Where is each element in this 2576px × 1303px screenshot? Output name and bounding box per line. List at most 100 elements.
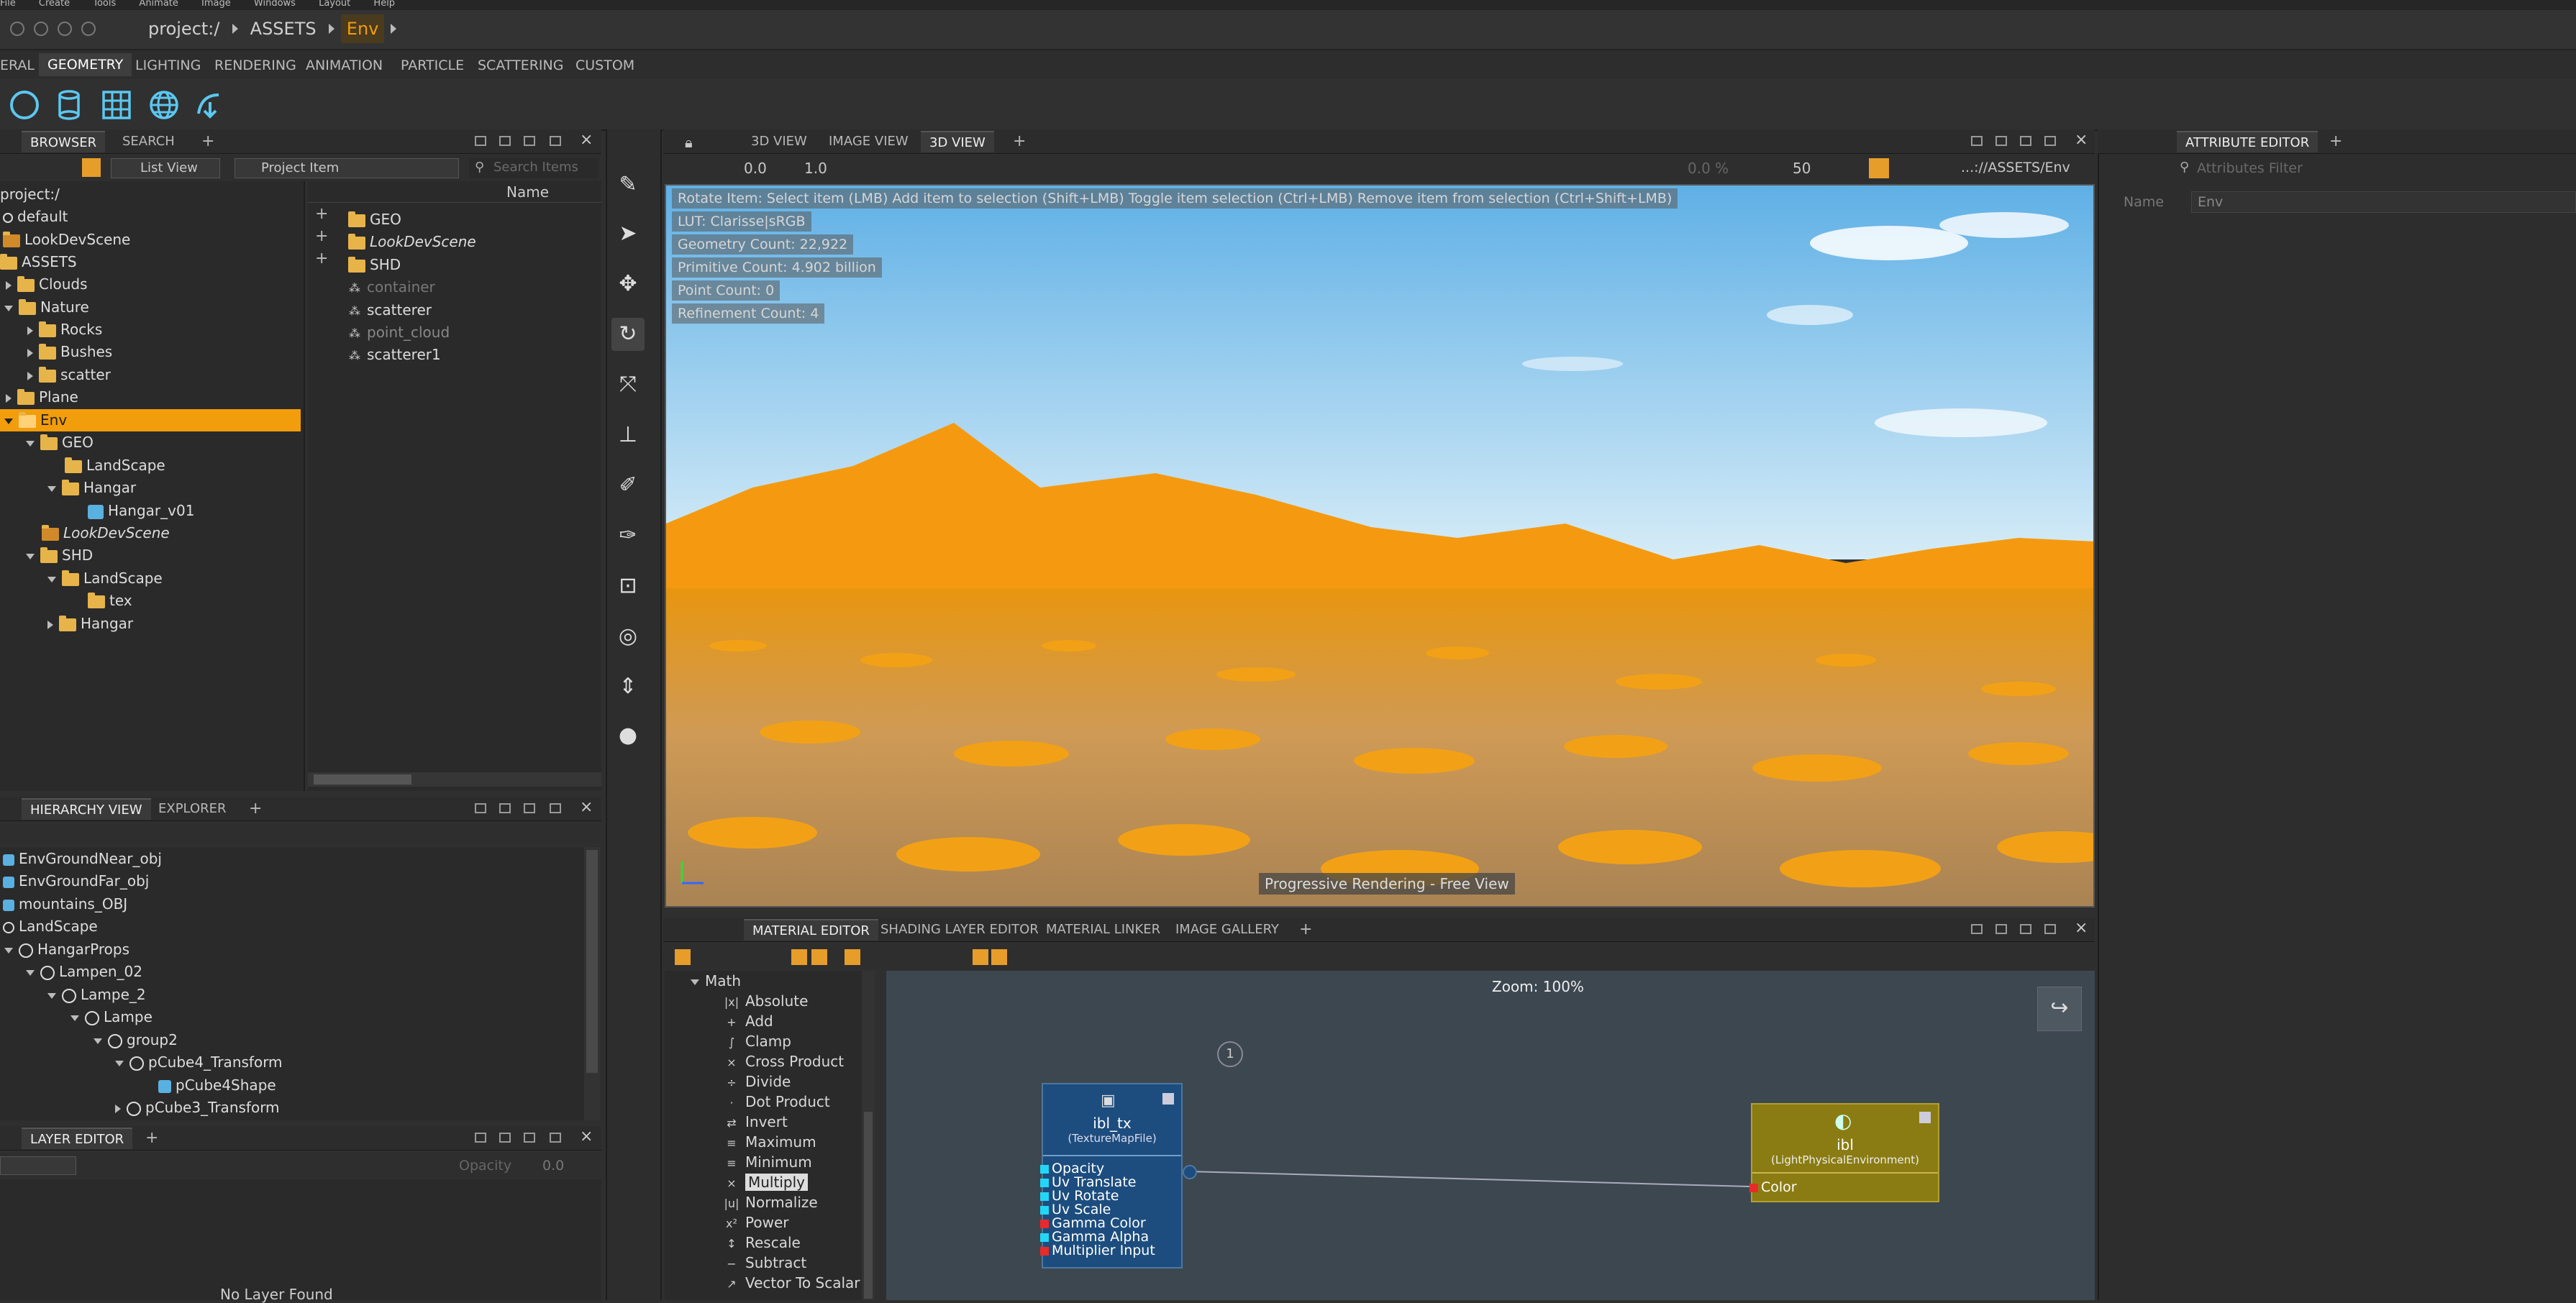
layout-icon[interactable] <box>524 803 535 813</box>
tab-lighting[interactable]: LIGHTING <box>135 58 201 73</box>
light-environment-node[interactable]: ◐ ibl (LightPhysicalEnvironment) Color <box>1749 1103 1939 1202</box>
close-icon[interactable]: × <box>580 1128 593 1146</box>
tab-particle[interactable]: PARTICLE <box>401 58 464 73</box>
name-column-header[interactable]: Name <box>308 181 601 203</box>
tree-item[interactable]: HangarProps <box>4 938 129 961</box>
samples-input[interactable]: 50 <box>1793 160 1811 177</box>
brush-icon[interactable]: ✑ <box>611 519 645 552</box>
tree-item[interactable]: Lampe <box>70 1006 153 1028</box>
node-toggle[interactable] <box>1919 1112 1931 1123</box>
tree-item[interactable]: Rocks <box>27 319 102 341</box>
list-item[interactable]: ⁂ scatterer1 <box>348 344 441 366</box>
node-item[interactable]: |u| Normalize <box>724 1192 818 1212</box>
sphere-icon[interactable] <box>7 88 42 122</box>
tree-item[interactable]: Clouds <box>6 273 88 296</box>
input-port[interactable] <box>1749 1184 1758 1192</box>
tree-item[interactable]: LookDevScene <box>42 522 170 544</box>
tree-item-selected[interactable]: Env <box>0 409 301 431</box>
back-icon[interactable] <box>10 22 24 36</box>
tab-image-gallery[interactable]: IMAGE GALLERY <box>1167 919 1288 941</box>
picker-icon[interactable]: ✎ <box>611 168 645 201</box>
node-item[interactable]: ↗ Vector To Scalar <box>724 1273 860 1293</box>
layout-icon[interactable] <box>524 136 535 146</box>
layout-icon[interactable] <box>499 136 511 146</box>
scale-icon[interactable]: ⤧ <box>611 368 645 401</box>
layout-icon[interactable] <box>1995 136 2007 146</box>
tree-item[interactable]: LandScape <box>3 915 98 938</box>
opacity-value[interactable]: 0.0 <box>542 1158 564 1174</box>
tree-item[interactable]: tex <box>88 590 132 612</box>
tab-material-editor[interactable]: MATERIAL EDITOR <box>744 919 878 941</box>
list-item[interactable]: SHD <box>348 254 401 276</box>
rotate-icon[interactable]: ↻ <box>611 318 645 351</box>
browser-options-icon[interactable] <box>82 158 101 177</box>
tab-browser[interactable]: BROWSER <box>22 131 106 152</box>
tree-item[interactable]: EnvGroundFar_obj <box>3 870 149 892</box>
menu-icon[interactable] <box>2044 924 2056 934</box>
node-tool-icon[interactable] <box>791 949 807 965</box>
add-tab-icon[interactable]: + <box>2321 131 2351 152</box>
forward-icon[interactable] <box>34 22 49 36</box>
value-input[interactable]: 0.0 <box>744 160 767 177</box>
menu-icon[interactable] <box>2044 136 2056 146</box>
menu-layout[interactable]: Layout <box>319 0 350 9</box>
tree-item[interactable]: mountains_OBJ <box>3 893 127 915</box>
view-mode-dropdown[interactable]: List View <box>111 158 220 178</box>
input-port[interactable] <box>1040 1247 1049 1256</box>
tab-3d-view[interactable]: 3D VIEW <box>742 131 816 152</box>
menu-create[interactable]: Create <box>39 0 70 9</box>
node-tool-icon[interactable] <box>973 949 988 965</box>
lock-icon[interactable]: 🔒︎ <box>685 134 693 151</box>
layout-icon[interactable] <box>1995 924 2007 934</box>
node-tool-icon[interactable] <box>845 949 860 965</box>
close-icon[interactable]: × <box>2075 919 2088 937</box>
menu-windows[interactable]: Windows <box>254 0 296 9</box>
layout-icon[interactable] <box>524 1133 535 1143</box>
tree-item[interactable]: LookDevScene <box>3 229 130 251</box>
node-toggle[interactable] <box>1162 1093 1174 1105</box>
tree-item[interactable]: default <box>3 206 68 228</box>
node-item[interactable]: |x| Absolute <box>724 991 809 1011</box>
node-item[interactable]: + Add <box>724 1011 773 1031</box>
tree-item[interactable]: SHD <box>26 544 93 567</box>
node-item[interactable]: ÷ Divide <box>724 1071 791 1092</box>
list-item[interactable]: ⁂ point_cloud <box>348 321 450 344</box>
node-item[interactable]: · Dot Product <box>724 1092 829 1112</box>
tree-item[interactable]: EnvGroundNear_obj <box>3 848 162 870</box>
layout-icon[interactable] <box>1971 924 1983 934</box>
node-tool-icon[interactable] <box>991 949 1007 965</box>
paint-icon[interactable]: ✐ <box>611 469 645 502</box>
tree-item[interactable]: scatter <box>27 364 111 386</box>
info-icon[interactable] <box>81 22 96 36</box>
input-port[interactable] <box>1040 1233 1049 1242</box>
close-icon[interactable]: × <box>580 798 593 816</box>
tab-scattering[interactable]: SCATTERING <box>478 58 563 73</box>
layout-icon[interactable] <box>475 803 486 813</box>
texture-map-node[interactable]: ▣ ibl_tx (TextureMapFile) Opacity Uv Tra… <box>1040 1083 1197 1268</box>
add-tab-icon[interactable]: + <box>1004 131 1034 152</box>
tab-animation[interactable]: ANIMATION <box>306 58 383 73</box>
name-field[interactable]: Env <box>2191 191 2576 213</box>
project-item-dropdown[interactable]: Project Item <box>235 158 459 178</box>
tab-rendering[interactable]: RENDERING <box>214 58 296 73</box>
cylinder-icon[interactable] <box>52 88 86 122</box>
node-tool-icon[interactable] <box>811 949 827 965</box>
add-tab-icon[interactable]: + <box>137 1128 167 1149</box>
menu-icon[interactable] <box>550 136 561 146</box>
breadcrumb-assets[interactable]: ASSETS <box>245 14 322 43</box>
category-math[interactable]: Math <box>691 971 741 991</box>
tab-shading-layer-editor[interactable]: SHADING LAYER EDITOR <box>872 919 1047 941</box>
tab-hierarchy-view[interactable]: HIERARCHY VIEW <box>22 798 151 820</box>
select-icon[interactable]: ➤ <box>611 217 645 250</box>
menu-icon[interactable] <box>550 803 561 813</box>
tree-item[interactable]: project:/ <box>0 183 60 206</box>
tree-item[interactable]: Hangar <box>47 477 136 499</box>
attributes-filter-input[interactable]: Attributes Filter <box>2172 158 2575 178</box>
list-item[interactable]: ⁂ scatterer <box>348 299 432 321</box>
node-item[interactable]: ≡ Maximum <box>724 1132 816 1152</box>
layout-icon[interactable] <box>499 803 511 813</box>
input-port[interactable] <box>1040 1179 1049 1187</box>
render-toggle-icon[interactable] <box>1869 158 1889 178</box>
tab-image-view[interactable]: IMAGE VIEW <box>820 131 917 152</box>
breadcrumb-env[interactable]: Env <box>340 14 385 43</box>
